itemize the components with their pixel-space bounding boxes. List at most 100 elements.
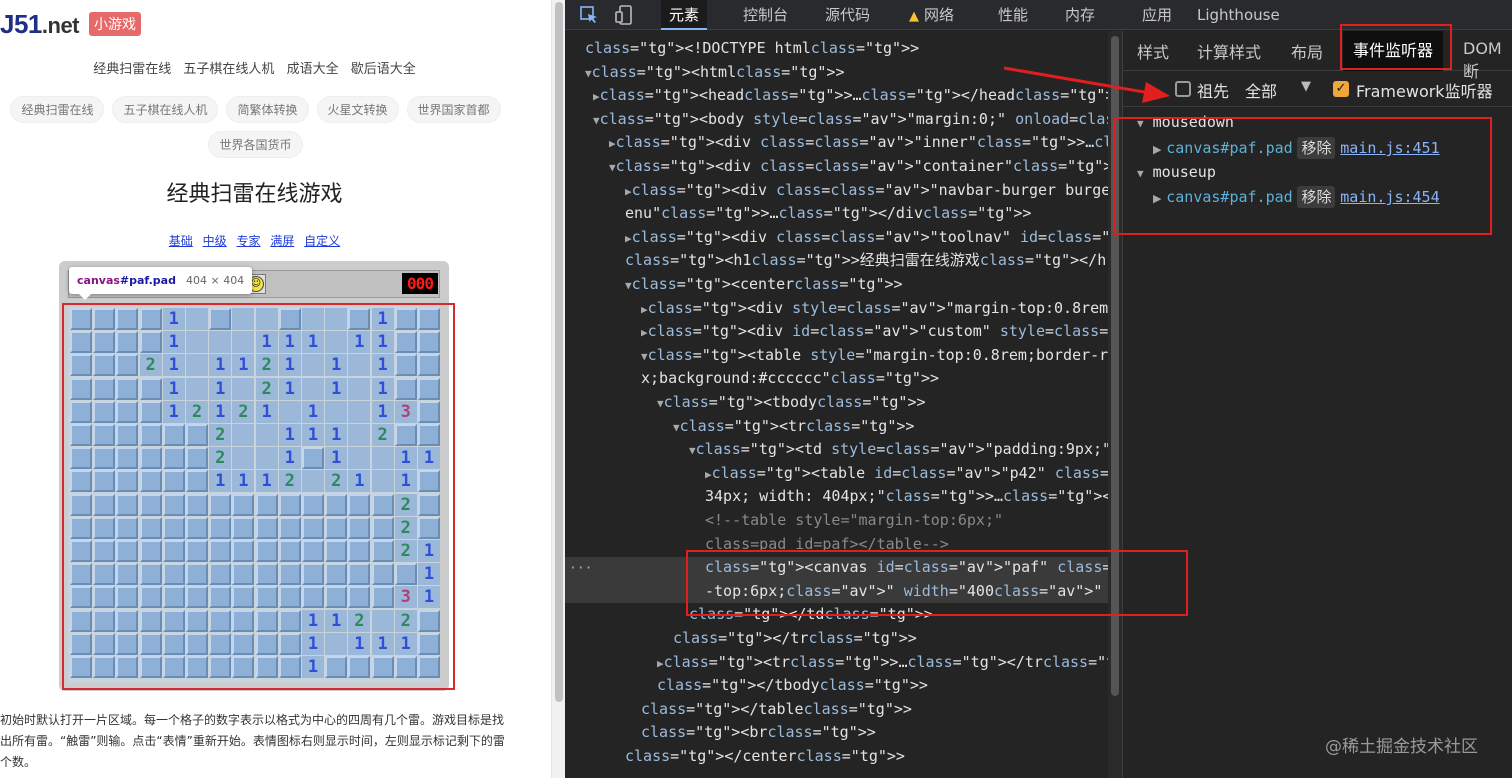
event-mouseup[interactable]: ▼ mouseup bbox=[1137, 163, 1216, 181]
board-cell[interactable] bbox=[325, 308, 348, 330]
board-cell[interactable] bbox=[325, 586, 348, 609]
board-cell[interactable] bbox=[186, 540, 208, 562]
board-cell[interactable] bbox=[116, 447, 139, 470]
board-cell[interactable] bbox=[93, 424, 116, 446]
board-cell[interactable] bbox=[209, 516, 232, 539]
board-cell[interactable] bbox=[255, 308, 278, 330]
board-cell[interactable]: 1 bbox=[325, 377, 348, 400]
board-cell[interactable]: 1 bbox=[209, 470, 232, 493]
board-cell[interactable] bbox=[255, 656, 278, 678]
board-cell[interactable] bbox=[209, 586, 232, 609]
board-cell[interactable] bbox=[325, 493, 348, 516]
board-cell[interactable] bbox=[162, 586, 185, 609]
remove-listener-button[interactable]: 移除 bbox=[1297, 186, 1336, 208]
board-cell[interactable] bbox=[302, 493, 324, 516]
board-cell[interactable] bbox=[325, 632, 348, 655]
site-logo[interactable]: J51.net 小游戏 bbox=[0, 8, 142, 40]
board-cell[interactable] bbox=[209, 540, 232, 562]
board-cell[interactable] bbox=[232, 377, 255, 400]
board-cell[interactable] bbox=[162, 563, 185, 586]
board-cell[interactable] bbox=[302, 586, 324, 609]
page-scrollbar[interactable] bbox=[551, 0, 565, 778]
board-cell[interactable] bbox=[209, 632, 232, 655]
board-cell[interactable] bbox=[116, 516, 139, 539]
elements-scrollbar[interactable] bbox=[1108, 31, 1122, 778]
board-cell[interactable] bbox=[162, 609, 185, 632]
board-cell[interactable]: 2 bbox=[394, 609, 417, 632]
board-cell[interactable] bbox=[93, 609, 116, 632]
mini-game-badge[interactable]: 小游戏 bbox=[89, 12, 142, 36]
dom-node-line[interactable]: class="tg"></tdclass="tg">> bbox=[689, 602, 933, 626]
board-cell[interactable] bbox=[232, 331, 255, 354]
board-cell[interactable] bbox=[116, 586, 139, 609]
board-cell[interactable] bbox=[348, 377, 371, 400]
board-cell[interactable] bbox=[116, 656, 139, 678]
board-cell[interactable] bbox=[116, 563, 139, 586]
board-cell[interactable]: 1 bbox=[325, 424, 348, 446]
board-cell[interactable]: 1 bbox=[371, 308, 394, 330]
board-cell[interactable] bbox=[232, 447, 255, 470]
board-cell[interactable] bbox=[232, 493, 255, 516]
board-cell[interactable] bbox=[371, 656, 394, 678]
board-cell[interactable] bbox=[70, 493, 92, 516]
board-cell[interactable] bbox=[70, 331, 92, 354]
board-cell[interactable]: 2 bbox=[394, 516, 417, 539]
level-intermediate-link[interactable]: 中级 bbox=[203, 234, 227, 248]
dom-node-line[interactable]: ▼class="tg"><tbodyclass="tg">> bbox=[657, 390, 926, 414]
minesweeper-board[interactable]: 1111111121112111112111121211132111221111… bbox=[68, 306, 440, 683]
board-cell[interactable]: 2 bbox=[255, 354, 278, 377]
board-cell[interactable]: 1 bbox=[394, 632, 417, 655]
board-cell[interactable] bbox=[255, 447, 278, 470]
board-cell[interactable] bbox=[70, 447, 92, 470]
board-cell[interactable]: 2 bbox=[278, 470, 301, 493]
event-mousedown[interactable]: ▼ mousedown bbox=[1137, 113, 1234, 131]
board-cell[interactable]: 1 bbox=[162, 377, 185, 400]
board-cell[interactable] bbox=[186, 586, 208, 609]
tab-elements[interactable]: 元素 bbox=[661, 0, 708, 30]
board-cell[interactable] bbox=[70, 516, 92, 539]
board-cell[interactable]: 2 bbox=[139, 354, 162, 377]
board-cell[interactable] bbox=[302, 308, 324, 330]
board-cell[interactable] bbox=[162, 447, 185, 470]
board-cell[interactable] bbox=[394, 377, 417, 400]
board-cell[interactable] bbox=[186, 656, 208, 678]
board-cell[interactable]: 3 bbox=[394, 400, 417, 423]
board-cell[interactable] bbox=[186, 470, 208, 493]
board-cell[interactable] bbox=[93, 586, 116, 609]
board-cell[interactable] bbox=[348, 563, 371, 586]
board-cell[interactable]: 2 bbox=[255, 377, 278, 400]
device-toggle-icon[interactable] bbox=[615, 5, 635, 25]
board-cell[interactable] bbox=[278, 656, 301, 678]
tab-network[interactable]: ▲ 网络 bbox=[901, 0, 962, 30]
board-cell[interactable] bbox=[348, 424, 371, 446]
board-cell[interactable]: 1 bbox=[255, 400, 278, 423]
board-cell[interactable] bbox=[116, 632, 139, 655]
tab-event-listeners[interactable]: 事件监听器 bbox=[1343, 31, 1444, 71]
dom-node-line[interactable]: 34px; width: 404px;"class="tg">>…class="… bbox=[705, 484, 1108, 508]
board-cell[interactable] bbox=[232, 609, 255, 632]
board-cell[interactable] bbox=[255, 516, 278, 539]
board-cell[interactable] bbox=[70, 470, 92, 493]
board-cell[interactable]: 1 bbox=[394, 447, 417, 470]
board-cell[interactable] bbox=[278, 400, 301, 423]
board-cell[interactable] bbox=[70, 586, 92, 609]
board-cell[interactable] bbox=[70, 400, 92, 423]
board-cell[interactable] bbox=[70, 377, 92, 400]
board-cell[interactable] bbox=[116, 609, 139, 632]
board-cell[interactable] bbox=[348, 354, 371, 377]
board-cell[interactable] bbox=[394, 331, 417, 354]
dom-node-line[interactable]: <!--table style="margin-top:6px;" bbox=[705, 508, 1003, 532]
elements-dom-tree[interactable]: ··· class="tg"><!DOCTYPE htmlclass="tg">… bbox=[565, 31, 1108, 778]
tab-memory[interactable]: 内存 bbox=[1057, 0, 1103, 30]
board-cell[interactable] bbox=[232, 563, 255, 586]
level-custom-link[interactable]: 自定义 bbox=[304, 234, 340, 248]
board-cell[interactable] bbox=[186, 563, 208, 586]
board-cell[interactable] bbox=[93, 516, 116, 539]
tab-application[interactable]: 应用 bbox=[1134, 0, 1180, 30]
tag-world-currencies[interactable]: 世界各国货币 bbox=[208, 131, 303, 158]
board-cell[interactable]: 1 bbox=[325, 447, 348, 470]
board-cell[interactable]: 1 bbox=[232, 470, 255, 493]
level-basic-link[interactable]: 基础 bbox=[169, 234, 193, 248]
board-cell[interactable]: 1 bbox=[278, 447, 301, 470]
board-cell[interactable] bbox=[394, 656, 417, 678]
